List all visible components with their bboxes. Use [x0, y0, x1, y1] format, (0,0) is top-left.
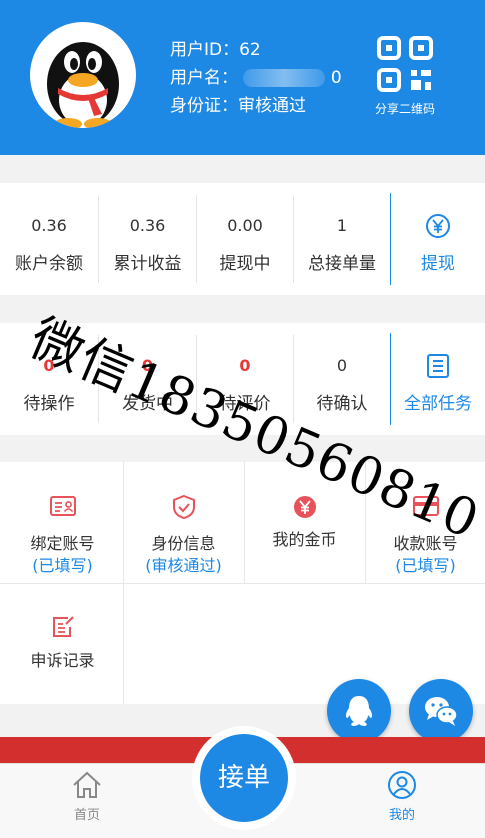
grid-title: 收款账号 [393, 534, 458, 553]
user-id-value: 62 [239, 40, 261, 60]
order-pending-review[interactable]: 0 待评价 [197, 323, 293, 435]
wechat-icon [425, 697, 458, 726]
profile-header: 用户ID：62 用户名： 0 身份证：审核通过 分享二维码 [0, 0, 485, 155]
username-label: 用户名： [170, 68, 238, 88]
stat-value: 0.36 [31, 216, 67, 235]
qr-code-icon [377, 36, 433, 92]
grid-sub: (已填写) [32, 556, 93, 575]
stat-value: 0.00 [227, 216, 263, 235]
stat-withdrawing[interactable]: 0.00 提现中 [197, 183, 293, 295]
profile-info: 用户ID：62 用户名： 0 身份证：审核通过 [170, 36, 342, 120]
wechat-service-button[interactable] [409, 679, 473, 743]
stat-balance[interactable]: 0.36 账户余额 [0, 183, 98, 295]
id-label: 身份证： [170, 96, 238, 116]
grid-payment-account[interactable]: 收款账号 (已填写) [365, 462, 485, 583]
withdraw-button[interactable]: 提现 [391, 183, 485, 295]
home-icon [73, 771, 101, 798]
username-blur [243, 69, 326, 87]
edit-icon [53, 616, 74, 637]
username-row: 用户名： 0 [170, 64, 342, 92]
user-id-label: 用户ID： [170, 40, 240, 60]
order-count: 0 [43, 356, 55, 375]
grid-title: 申诉记录 [30, 651, 95, 670]
order-shipping[interactable]: 0 发货中 [99, 323, 196, 435]
tab-label: 我的 [388, 808, 415, 823]
tab-mine[interactable]: 我的 [362, 770, 442, 823]
all-tasks-button[interactable]: 全部任务 [391, 323, 485, 435]
avatar[interactable] [30, 22, 136, 128]
order-count: 0 [141, 356, 154, 375]
stat-total-orders[interactable]: 1 总接单量 [294, 183, 390, 295]
feature-grid: 绑定账号 (已填写) 身份信息 (审核通过) 我的金币 收款账号 (已填写) 申… [0, 462, 485, 704]
shield-check-icon [173, 494, 195, 520]
order-count: 0 [336, 356, 348, 375]
coin-icon [294, 496, 316, 518]
tab-home[interactable]: 首页 [47, 770, 127, 823]
stat-total-income[interactable]: 0.36 累计收益 [99, 183, 196, 295]
user-id-row: 用户ID：62 [170, 36, 342, 64]
order-pending-confirm[interactable]: 0 待确认 [294, 323, 390, 435]
qr-label: 分享二维码 [374, 102, 435, 116]
share-qr-button[interactable]: 分享二维码 [374, 36, 436, 117]
order-label: 待评价 [219, 394, 271, 414]
order-label: 待操作 [23, 394, 75, 414]
stat-label: 账户余额 [15, 254, 83, 274]
order-count: 0 [239, 356, 251, 375]
all-tasks-label: 全部任务 [404, 394, 472, 414]
grid-title: 绑定账号 [30, 534, 95, 553]
stat-label: 总接单量 [308, 254, 376, 274]
grid-appeal-records[interactable]: 申诉记录 [2, 583, 123, 704]
stats-section: 0.36 账户余额 0.36 累计收益 0.00 提现中 1 总接单量 提现 [0, 183, 485, 295]
order-pending-operation[interactable]: 0 待操作 [0, 323, 98, 435]
grid-identity-info[interactable]: 身份信息 (审核通过) [123, 462, 244, 583]
take-order-button[interactable]: 接单 [192, 726, 296, 830]
stat-value: 1 [336, 216, 348, 235]
yen-circle-icon [426, 214, 450, 238]
grid-title: 身份信息 [151, 534, 216, 553]
grid-sub: (审核通过) [145, 556, 222, 575]
grid-sub: (已填写) [395, 556, 456, 575]
qq-service-button[interactable] [327, 679, 391, 743]
id-status: 审核通过 [238, 96, 306, 116]
id-card-icon [50, 496, 76, 516]
take-order-label: 接单 [200, 734, 288, 822]
username-suffix: 0 [330, 68, 342, 88]
stat-label: 提现中 [219, 254, 271, 274]
card-icon [413, 496, 439, 516]
qq-icon [345, 696, 373, 726]
penguin-avatar-icon [47, 42, 119, 128]
orders-section: 0 待操作 0 发货中 0 待评价 0 待确认 全部任务 [0, 323, 485, 435]
grid-title: 我的金币 [272, 530, 337, 549]
user-icon [388, 771, 416, 799]
tab-label: 首页 [73, 808, 100, 823]
order-label: 发货中 [122, 394, 173, 414]
grid-bind-account[interactable]: 绑定账号 (已填写) [2, 462, 123, 583]
stat-label: 累计收益 [113, 254, 182, 274]
withdraw-label: 提现 [421, 254, 455, 274]
order-label: 待确认 [316, 394, 368, 414]
grid-my-coins[interactable]: 我的金币 [244, 462, 365, 583]
id-status-row: 身份证：审核通过 [170, 92, 342, 120]
list-icon [427, 354, 449, 378]
stat-value: 0.36 [129, 216, 166, 235]
